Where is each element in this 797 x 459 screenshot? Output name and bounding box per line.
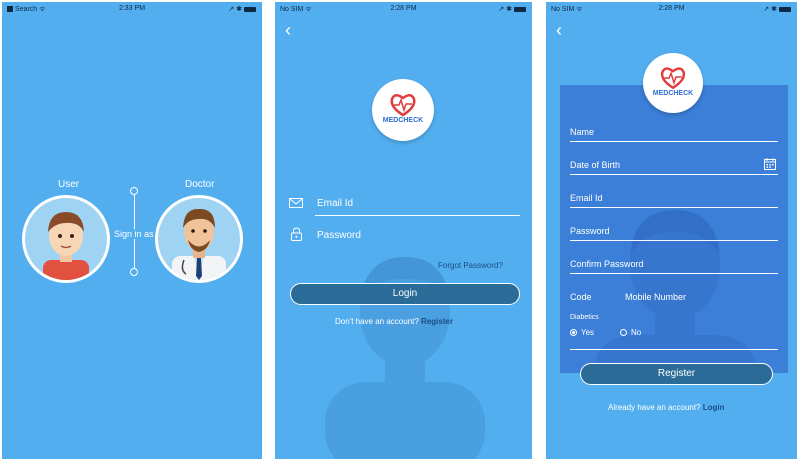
connector-dot-top — [130, 187, 138, 195]
logo-text: MEDCHECK — [652, 90, 694, 97]
chevron-left-icon: ‹ — [285, 20, 291, 40]
no-account-text: Don't have an account? — [335, 317, 419, 326]
diabetics-yes-radio[interactable]: Yes — [570, 328, 594, 337]
login-prompt: Already have an account? Login — [608, 403, 725, 412]
doctor-avatar-icon — [172, 208, 226, 280]
connector-dot-bottom — [130, 268, 138, 276]
role-select-screen: Search ᯤ 2:33 PM ↗ ✱ User Doctor Sign in… — [2, 2, 262, 459]
password-placeholder: Password — [317, 230, 361, 241]
battery-icon — [779, 6, 791, 12]
name-placeholder: Name — [570, 127, 595, 137]
sign-in-as-label: Sign in as — [114, 229, 154, 239]
password-field[interactable]: Password — [570, 218, 778, 241]
calendar-icon[interactable] — [764, 158, 776, 170]
register-button[interactable]: Register — [580, 363, 773, 385]
login-button[interactable]: Login — [290, 283, 520, 305]
email-field[interactable]: Email Id — [570, 185, 778, 208]
radio-selected-icon — [570, 329, 577, 337]
status-time: 2:28 PM — [390, 5, 417, 12]
confirm-password-field[interactable]: Confirm Password — [570, 251, 778, 274]
status-indicators: ↗ ✱ — [228, 5, 256, 13]
diabetics-label: Diabetics — [570, 314, 599, 321]
email-field[interactable]: Email Id — [315, 192, 520, 216]
password-placeholder: Password — [570, 226, 610, 236]
logo-text: MEDCHECK — [382, 117, 424, 124]
status-indicators: ↗ ✱ — [763, 5, 791, 13]
mobile-placeholder: Mobile Number — [625, 292, 687, 302]
lock-icon — [291, 227, 302, 246]
status-bar: No SIM ᯤ 2:28 PM ↗ ✱ — [275, 2, 532, 16]
login-link[interactable]: Login — [703, 403, 725, 412]
medcheck-logo: MEDCHECK — [372, 79, 434, 141]
status-bar: No SIM ᯤ 2:28 PM ↗ ✱ — [546, 2, 797, 16]
have-account-text: Already have an account? — [608, 403, 701, 412]
user-avatar-button[interactable] — [22, 195, 110, 283]
forgot-password-link[interactable]: Forgot Password? — [438, 261, 503, 270]
dob-placeholder: Date of Birth — [570, 160, 621, 170]
country-code-field[interactable]: Code — [570, 284, 610, 306]
doctor-label: Doctor — [185, 179, 215, 190]
status-time: 2:28 PM — [658, 5, 685, 12]
back-button[interactable]: ‹ — [556, 20, 572, 40]
user-avatar-icon — [43, 212, 89, 280]
back-button[interactable]: ‹ — [285, 20, 301, 40]
radio-unselected-icon — [620, 329, 627, 337]
register-screen: No SIM ᯤ 2:28 PM ↗ ✱ ‹ Name Date of Birt… — [546, 2, 797, 459]
register-link[interactable]: Register — [421, 317, 453, 326]
doctor-avatar-button[interactable] — [155, 195, 243, 283]
email-icon — [289, 195, 303, 213]
status-indicators: ↗ ✱ — [498, 5, 526, 13]
login-screen: No SIM ᯤ 2:28 PM ↗ ✱ ‹ MEDCHECK Email Id… — [275, 2, 532, 459]
diabetics-no-radio[interactable]: No — [620, 328, 641, 337]
confirm-password-placeholder: Confirm Password — [570, 259, 644, 269]
code-placeholder: Code — [570, 292, 592, 302]
status-bar: Search ᯤ 2:33 PM ↗ ✱ — [2, 2, 262, 16]
chevron-left-icon: ‹ — [556, 20, 562, 40]
dob-field[interactable]: Date of Birth — [570, 152, 778, 175]
name-field[interactable]: Name — [570, 119, 778, 142]
medcheck-logo: MEDCHECK — [643, 53, 703, 113]
user-label: User — [58, 179, 80, 190]
no-label: No — [631, 328, 642, 337]
divider — [570, 349, 778, 350]
battery-icon — [244, 6, 256, 12]
mobile-number-field[interactable]: Mobile Number — [625, 284, 778, 306]
yes-label: Yes — [581, 328, 595, 337]
email-placeholder: Email Id — [317, 198, 354, 209]
register-form-card: Name Date of Birth Email Id Password Con… — [560, 85, 788, 375]
battery-icon — [514, 6, 526, 12]
status-time: 2:33 PM — [118, 5, 146, 12]
email-placeholder: Email Id — [570, 193, 603, 203]
password-field[interactable]: Password — [315, 224, 520, 247]
register-prompt: Don't have an account? Register — [335, 317, 453, 326]
